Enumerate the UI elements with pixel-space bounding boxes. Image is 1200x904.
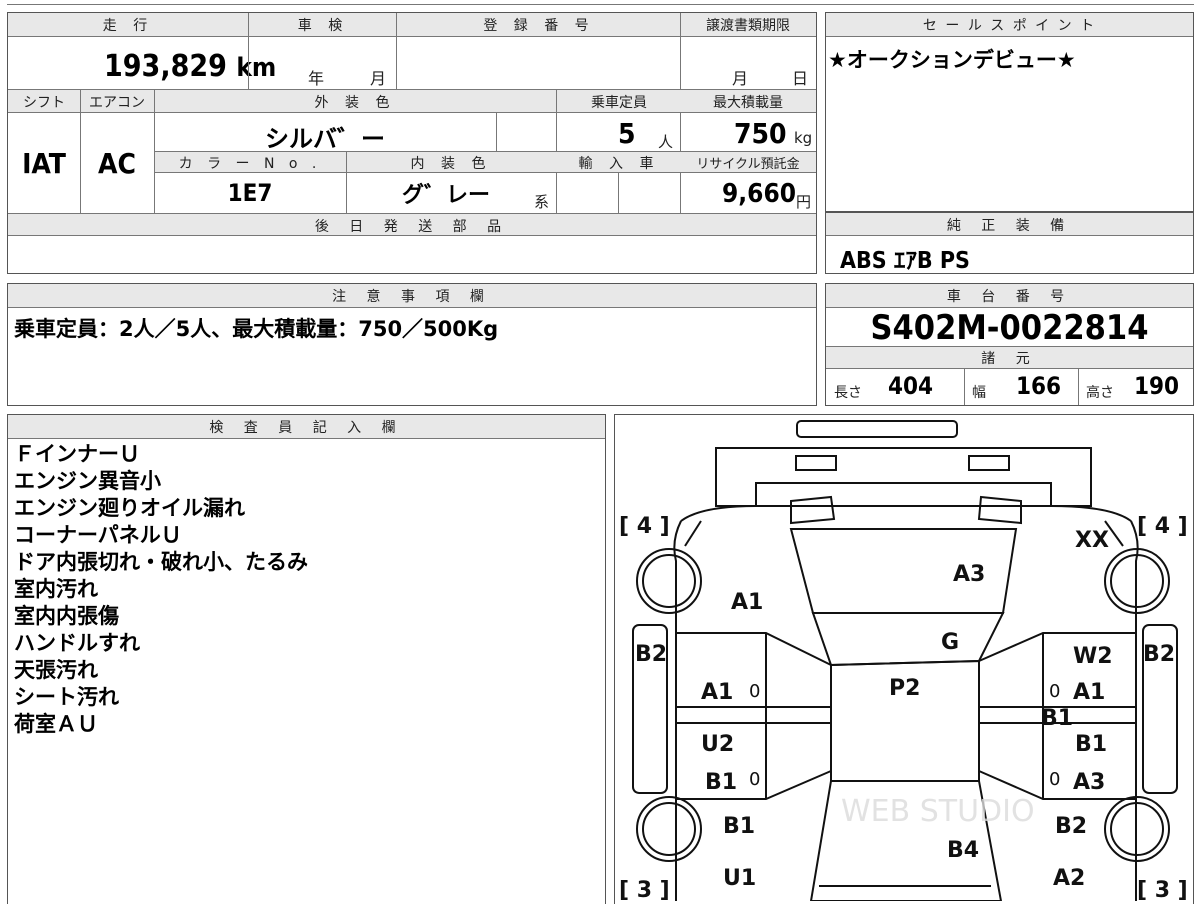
inspector-label: 検 査 員 記 入 欄	[209, 420, 404, 436]
sales-point-value: ★オークションデビュー★	[828, 48, 1076, 72]
damage-mark: B2	[1143, 642, 1175, 667]
list-item: 天張汚れ	[14, 658, 98, 682]
tire-fr: [ 4 ]	[1137, 514, 1188, 539]
damage-diagram-box: [ 4 ] [ 4 ] [ 3 ] [ 3 ] XX A3 A1 G B2 B2…	[614, 414, 1194, 904]
damage-mark: B2	[1055, 814, 1087, 839]
list-item: 荷室ＡＵ	[14, 712, 98, 736]
damage-mark: B1	[705, 770, 737, 795]
genuine-equipment-label: 純 正 装 備	[946, 218, 1073, 234]
recycle-value: 9,660	[722, 179, 796, 209]
notes-label: 注 意 事 項 欄	[332, 289, 492, 305]
damage-mark: A3	[1073, 770, 1105, 795]
interior-suffix: 系	[534, 193, 550, 211]
watermark: WEB STUDIO	[841, 794, 1035, 829]
damage-mark: A1	[731, 590, 763, 615]
capacity-unit: 人	[658, 133, 674, 151]
sales-point-box: セ ー ル ス ポ イ ン ト ★オークションデビュー★	[825, 12, 1194, 212]
mileage-number: 193,829	[104, 49, 227, 84]
mileage-value: 193,829 km	[104, 49, 276, 84]
shaken-month: 月	[370, 69, 387, 88]
shaken-label: 車 検	[297, 18, 349, 34]
interior-color-label: 内 装 色	[410, 156, 492, 172]
height-label: 高さ	[1086, 385, 1114, 401]
damage-mark: XX	[1075, 528, 1109, 553]
mileage-label: 走 行	[102, 18, 154, 34]
list-item: 室内汚れ	[14, 577, 98, 601]
genuine-equipment-box: 純 正 装 備 ABS ｴｱB PS	[825, 212, 1194, 274]
damage-mark: W2	[1073, 644, 1113, 669]
damage-mark: B2	[635, 642, 667, 667]
interior-color-value: グ゛レー	[401, 183, 490, 208]
damage-mark: 0	[749, 681, 760, 702]
chassis-label: 車 台 番 号	[946, 289, 1073, 305]
damage-mark: A2	[1053, 866, 1085, 891]
genuine-equipment-value: ABS ｴｱB PS	[840, 248, 970, 274]
damage-mark: 0	[1049, 769, 1060, 790]
exterior-color-label: 外 装 色	[314, 95, 396, 111]
damage-mark: A1	[701, 680, 733, 705]
damage-mark: B1	[1041, 706, 1073, 731]
width-value: 166	[1016, 372, 1062, 400]
capacity-value: 5	[618, 117, 636, 150]
max-load-value: 750	[734, 117, 787, 150]
height-value: 190	[1134, 372, 1180, 400]
tire-fl: [ 4 ]	[619, 514, 670, 539]
registration-label: 登 録 番 号	[483, 18, 595, 34]
damage-mark: U1	[723, 866, 756, 891]
damage-mark: B4	[947, 838, 979, 863]
damage-mark: P2	[889, 676, 920, 701]
damage-mark: A1	[1073, 680, 1105, 705]
specs-label: 諸 元	[981, 351, 1038, 367]
capacity-label: 乗車定員	[591, 95, 647, 111]
length-value: 404	[888, 372, 934, 400]
list-item: エンジン異音小	[14, 469, 161, 493]
tire-rl: [ 3 ]	[619, 878, 670, 901]
color-no-value: 1E7	[227, 179, 273, 207]
aircon-value: AC	[98, 147, 136, 180]
inspector-notes-list: ＦインナーＵ エンジン異音小 エンジン廻りオイル漏れ コーナーパネルＵ ドア内張…	[14, 441, 308, 738]
recycle-unit: 円	[796, 193, 812, 211]
list-item: ＦインナーＵ	[14, 442, 140, 466]
list-item: ドア内張切れ・破れ小、たるみ	[14, 550, 308, 574]
chassis-number: S402M-0022814	[870, 308, 1149, 348]
recycle-label: リサイクル預託金	[696, 157, 800, 172]
color-no-label: カ ラ ー N o .	[178, 156, 322, 172]
width-label: 幅	[972, 385, 986, 401]
aircon-label: エアコン	[89, 95, 145, 111]
damage-mark: 0	[749, 769, 760, 790]
inspector-box: 検 査 員 記 入 欄 ＦインナーＵ エンジン異音小 エンジン廻りオイル漏れ コ…	[7, 414, 606, 904]
shift-value: IAT	[22, 147, 66, 180]
max-load-label: 最大積載量	[713, 95, 783, 111]
shift-label: シフト	[23, 95, 65, 111]
vehicle-damage-diagram: [ 4 ] [ 4 ] [ 3 ] [ 3 ] XX A3 A1 G B2 B2…	[619, 420, 1188, 901]
list-item: 室内内張傷	[14, 604, 119, 628]
damage-mark: U2	[701, 732, 734, 757]
damage-mark: A3	[953, 562, 985, 587]
notes-value: 乗車定員：2人／5人、最大積載量：750／500Kg	[14, 317, 499, 341]
notes-box: 注 意 事 項 欄 乗車定員：2人／5人、最大積載量：750／500Kg	[7, 283, 817, 406]
damage-mark: G	[941, 630, 959, 655]
top-clip-strip	[7, 0, 1194, 5]
list-item: エンジン廻りオイル漏れ	[14, 496, 245, 520]
later-parts-label: 後 日 発 送 部 品	[314, 219, 510, 235]
vehicle-info-table: 走 行 車 検 登 録 番 号 譲渡書類期限 193,829 km 年 月 月 …	[7, 12, 817, 274]
list-item: ハンドルすれ	[14, 631, 140, 655]
chassis-box: 車 台 番 号 S402M-0022814 諸 元 長さ 404 幅 166 高…	[825, 283, 1194, 406]
tire-rr: [ 3 ]	[1137, 878, 1188, 901]
max-load-unit: kg	[794, 129, 813, 147]
transfer-deadline-label: 譲渡書類期限	[706, 18, 790, 34]
mileage-unit: km	[236, 53, 277, 83]
deadline-day: 日	[792, 69, 809, 88]
exterior-color-value: シルバ゛ー	[265, 125, 385, 153]
length-label: 長さ	[834, 385, 862, 401]
damage-mark: B1	[723, 814, 755, 839]
import-label: 輸 入 車	[578, 156, 660, 172]
sales-point-label: セ ー ル ス ポ イ ン ト	[922, 18, 1097, 34]
damage-mark: 0	[1049, 681, 1060, 702]
list-item: シート汚れ	[14, 685, 119, 709]
shaken-year: 年	[308, 69, 325, 88]
deadline-month: 月	[732, 69, 749, 88]
damage-mark: B1	[1075, 732, 1107, 757]
list-item: コーナーパネルＵ	[14, 523, 182, 547]
